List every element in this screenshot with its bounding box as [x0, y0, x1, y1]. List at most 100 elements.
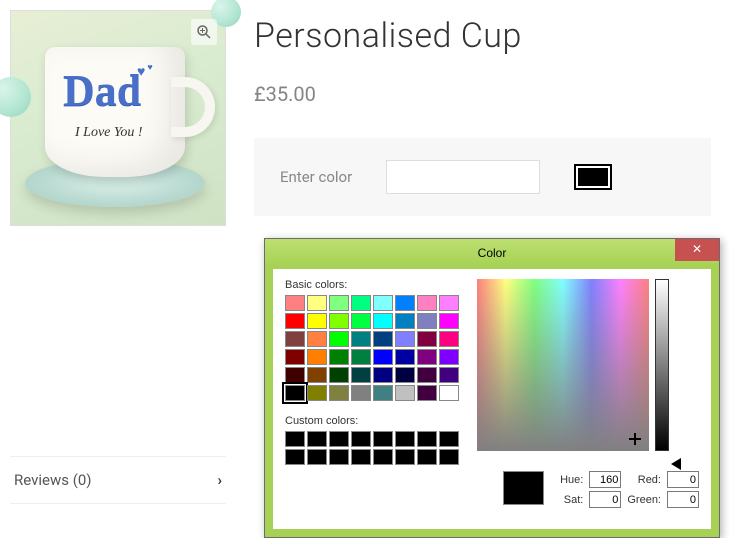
custom-swatch[interactable]: [351, 449, 371, 465]
reviews-label: Reviews (0): [14, 471, 92, 489]
basic-swatch[interactable]: [417, 349, 437, 365]
color-dialog: Color ✕ Basic colors: Custom colors:: [264, 238, 720, 538]
basic-swatch[interactable]: [285, 367, 305, 383]
crosshair-icon: [629, 433, 641, 445]
basic-swatch[interactable]: [395, 367, 415, 383]
close-button[interactable]: ✕: [675, 239, 719, 261]
basic-colors-label: Basic colors:: [285, 279, 459, 291]
basic-swatch[interactable]: [373, 349, 393, 365]
basic-swatch[interactable]: [351, 349, 371, 365]
basic-swatch[interactable]: [307, 331, 327, 347]
basic-swatch[interactable]: [351, 331, 371, 347]
basic-swatch[interactable]: [439, 385, 459, 401]
basic-swatch[interactable]: [439, 331, 459, 347]
color-input[interactable]: [386, 160, 540, 194]
basic-swatch[interactable]: [439, 313, 459, 329]
custom-swatch[interactable]: [373, 431, 393, 447]
zoom-icon[interactable]: [191, 19, 217, 45]
custom-swatch[interactable]: [395, 449, 415, 465]
basic-swatch[interactable]: [285, 385, 305, 401]
chevron-right-icon: ›: [217, 471, 222, 489]
basic-swatch[interactable]: [373, 295, 393, 311]
basic-swatch[interactable]: [307, 295, 327, 311]
basic-swatch[interactable]: [285, 313, 305, 329]
custom-swatch[interactable]: [351, 431, 371, 447]
luminance-arrow-icon: [671, 458, 681, 470]
product-image[interactable]: Dad ♥♥ I Love You !: [10, 10, 226, 226]
basic-swatch[interactable]: [395, 385, 415, 401]
page-title: Personalised Cup: [254, 16, 711, 56]
basic-swatch[interactable]: [373, 385, 393, 401]
custom-swatch[interactable]: [439, 449, 459, 465]
red-field[interactable]: [667, 471, 699, 488]
custom-swatch[interactable]: [285, 449, 305, 465]
basic-swatch[interactable]: [395, 295, 415, 311]
basic-swatch[interactable]: [329, 313, 349, 329]
decor-ball: [0, 77, 31, 117]
basic-swatch[interactable]: [329, 367, 349, 383]
green-label: Green:: [627, 494, 661, 506]
basic-swatch[interactable]: [351, 313, 371, 329]
color-picker-button[interactable]: [574, 164, 612, 190]
basic-swatch[interactable]: [373, 331, 393, 347]
mug-subtext: I Love You !: [75, 125, 143, 141]
basic-swatch[interactable]: [351, 385, 371, 401]
basic-swatch[interactable]: [307, 385, 327, 401]
basic-swatch[interactable]: [439, 367, 459, 383]
custom-swatch[interactable]: [307, 449, 327, 465]
hue-field[interactable]: [589, 471, 621, 488]
basic-swatch[interactable]: [307, 349, 327, 365]
basic-swatch[interactable]: [417, 295, 437, 311]
hue-sat-gradient[interactable]: [477, 279, 649, 451]
green-field[interactable]: [667, 491, 699, 508]
luminance-slider[interactable]: [655, 279, 669, 451]
custom-swatch[interactable]: [285, 431, 305, 447]
hue-label: Hue:: [560, 474, 583, 486]
basic-swatch[interactable]: [395, 313, 415, 329]
dialog-titlebar[interactable]: Color ✕: [265, 239, 719, 267]
sat-field[interactable]: [589, 491, 621, 508]
custom-swatch[interactable]: [307, 431, 327, 447]
basic-swatch[interactable]: [373, 313, 393, 329]
basic-swatch[interactable]: [351, 295, 371, 311]
basic-swatch[interactable]: [373, 367, 393, 383]
custom-swatch[interactable]: [417, 449, 437, 465]
mug: Dad ♥♥ I Love You !: [45, 47, 185, 177]
custom-colors-label: Custom colors:: [285, 415, 459, 427]
basic-swatch[interactable]: [329, 331, 349, 347]
basic-swatch[interactable]: [417, 331, 437, 347]
basic-swatch[interactable]: [329, 295, 349, 311]
basic-swatch[interactable]: [439, 349, 459, 365]
basic-swatch[interactable]: [285, 295, 305, 311]
basic-swatch[interactable]: [329, 385, 349, 401]
color-preview: [503, 471, 544, 505]
custom-swatch[interactable]: [395, 431, 415, 447]
mug-text: Dad: [63, 73, 141, 108]
basic-swatch[interactable]: [285, 349, 305, 365]
custom-swatch[interactable]: [417, 431, 437, 447]
custom-swatch[interactable]: [329, 431, 349, 447]
basic-swatch[interactable]: [395, 349, 415, 365]
basic-swatch[interactable]: [307, 313, 327, 329]
basic-swatch[interactable]: [417, 367, 437, 383]
custom-swatch[interactable]: [329, 449, 349, 465]
basic-swatch[interactable]: [307, 367, 327, 383]
basic-swatch[interactable]: [329, 349, 349, 365]
custom-colors-grid: [285, 431, 459, 465]
field-label: Enter color: [280, 168, 352, 186]
basic-swatch[interactable]: [285, 331, 305, 347]
custom-swatch[interactable]: [439, 431, 459, 447]
tab-reviews[interactable]: Reviews (0) ›: [10, 456, 226, 504]
basic-swatch[interactable]: [395, 331, 415, 347]
dialog-title: Color: [478, 246, 507, 260]
basic-swatch[interactable]: [417, 385, 437, 401]
price: £35.00: [254, 82, 711, 106]
heart-icon: ♥♥: [137, 63, 151, 80]
basic-swatch[interactable]: [439, 295, 459, 311]
basic-swatch[interactable]: [417, 313, 437, 329]
red-label: Red:: [627, 474, 661, 486]
basic-colors-grid: [285, 295, 459, 401]
color-field-row: Enter color: [254, 138, 711, 216]
basic-swatch[interactable]: [351, 367, 371, 383]
custom-swatch[interactable]: [373, 449, 393, 465]
